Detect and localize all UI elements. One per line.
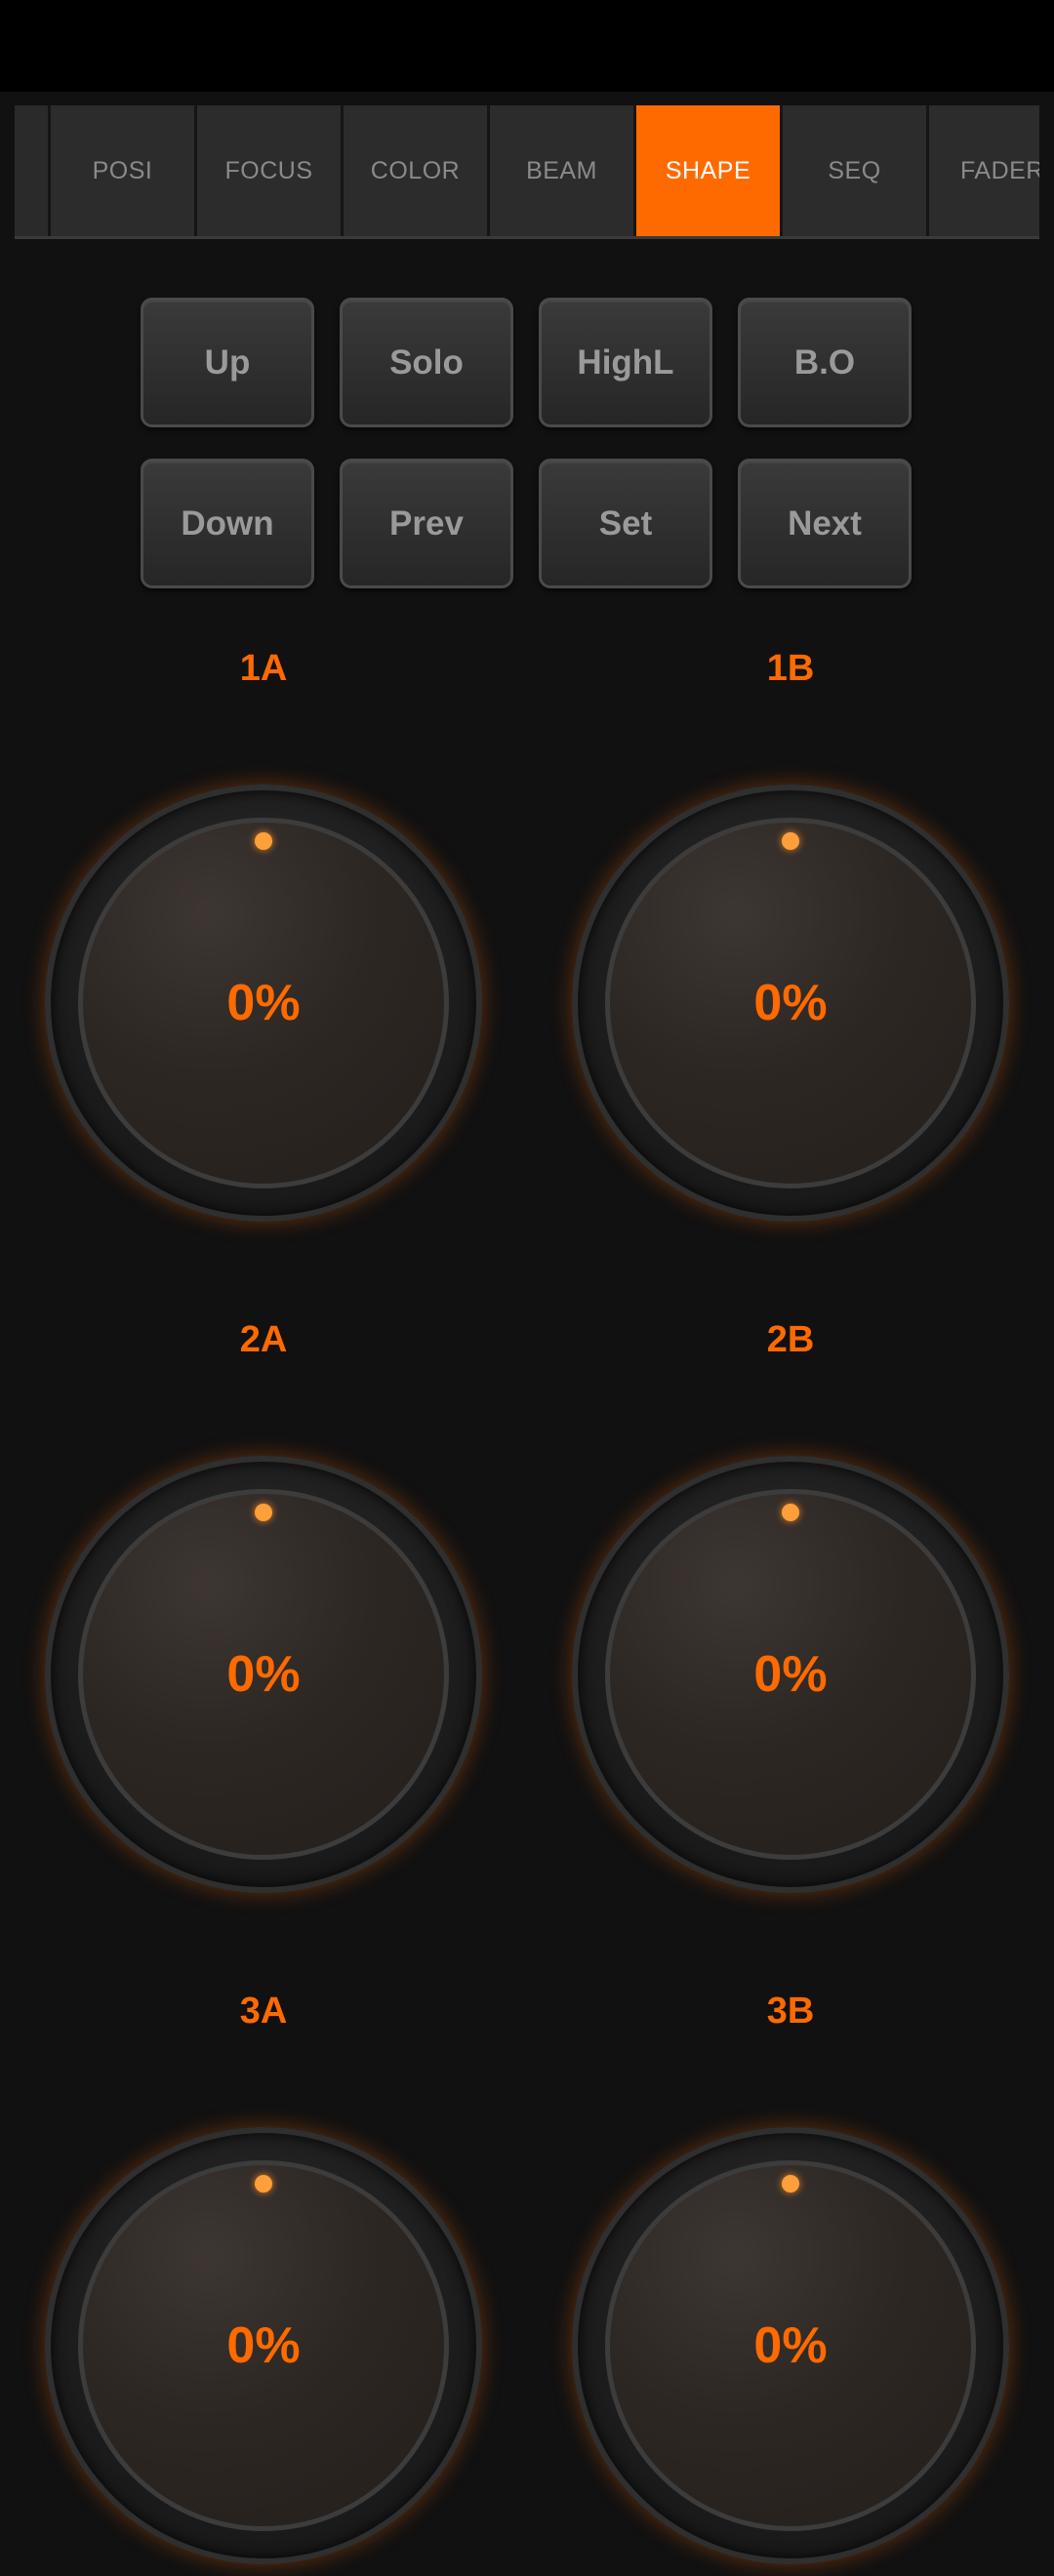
knob-value-1b: 0% [753, 975, 828, 1031]
knob-2a[interactable]: 0% [45, 1456, 482, 1893]
tab-fader[interactable]: FADER [929, 105, 1039, 236]
knob-label-2b: 2B [766, 1319, 815, 1360]
tab-seq[interactable]: SEQ [783, 105, 929, 236]
knob-face: 0% [78, 1489, 449, 1860]
knob-3a[interactable]: 0% [45, 2127, 482, 2564]
tab-beam[interactable]: BEAM [490, 105, 636, 236]
knob-indicator-icon [782, 2175, 799, 2193]
knob-label-3a: 3A [239, 1991, 288, 2032]
set-button[interactable]: Set [539, 459, 712, 588]
tab-focus[interactable]: FOCUS [197, 105, 344, 236]
blackout-button[interactable]: B.O [738, 298, 912, 427]
highlight-button[interactable]: HighL [539, 298, 712, 427]
tab-color[interactable]: COLOR [344, 105, 490, 236]
knob-indicator-icon [255, 832, 272, 850]
solo-button[interactable]: Solo [340, 298, 513, 427]
knob-value-1a: 0% [226, 975, 301, 1031]
knob-indicator-icon [255, 2175, 272, 2193]
up-button[interactable]: Up [141, 298, 314, 427]
knob-value-3a: 0% [226, 2317, 301, 2374]
status-bar [0, 0, 1054, 92]
knob-value-2a: 0% [226, 1646, 301, 1703]
knob-face: 0% [78, 818, 449, 1188]
tab-posi[interactable]: POSI [51, 105, 197, 236]
knob-value-3b: 0% [753, 2317, 828, 2374]
tab-shape[interactable]: SHAPE [636, 105, 783, 236]
knob-face: 0% [78, 2160, 449, 2531]
knob-face: 0% [605, 1489, 976, 1860]
down-button[interactable]: Down [141, 459, 314, 588]
knob-1b[interactable]: 0% [572, 785, 1009, 1222]
knob-indicator-icon [255, 1504, 272, 1521]
next-button[interactable]: Next [738, 459, 912, 588]
knob-indicator-icon [782, 1504, 799, 1521]
prev-button[interactable]: Prev [340, 459, 513, 588]
knob-label-1a: 1A [239, 648, 288, 689]
knob-indicator-icon [782, 832, 799, 850]
knob-face: 0% [605, 818, 976, 1188]
knob-3b[interactable]: 0% [572, 2127, 1009, 2564]
tab-bar: POSI FOCUS COLOR BEAM SHAPE SEQ FADER [15, 105, 1039, 239]
knob-face: 0% [605, 2160, 976, 2531]
knob-value-2b: 0% [753, 1646, 828, 1703]
tab-scroll-stub[interactable] [15, 105, 51, 236]
knob-1a[interactable]: 0% [45, 785, 482, 1222]
knob-label-3b: 3B [766, 1991, 815, 2032]
control-button-grid: Up Solo HighL B.O Down Prev Set Next [141, 298, 912, 588]
knob-2b[interactable]: 0% [572, 1456, 1009, 1893]
knob-label-2a: 2A [239, 1319, 288, 1360]
knob-label-1b: 1B [766, 648, 815, 689]
